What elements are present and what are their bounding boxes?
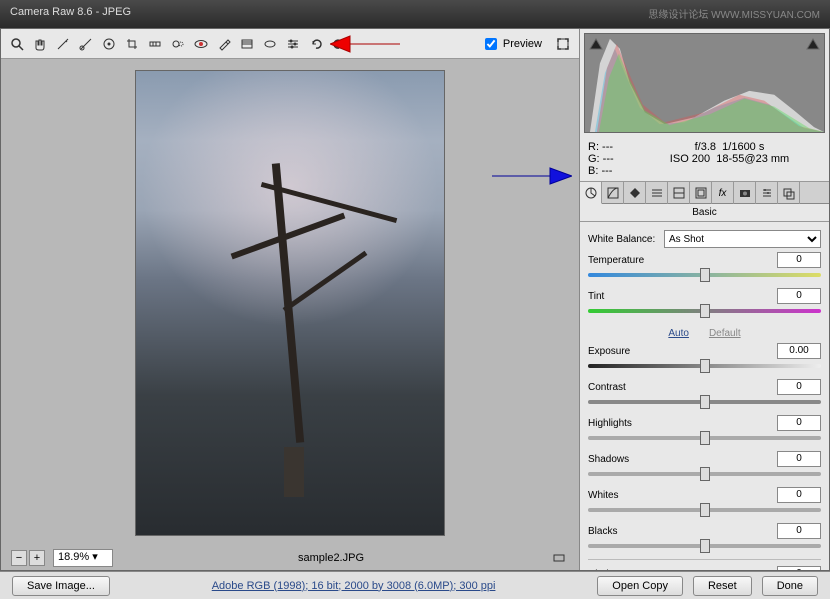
histogram[interactable] <box>584 33 825 133</box>
highlight-clip-warning-icon[interactable] <box>806 38 820 50</box>
preferences-tool-icon[interactable] <box>283 34 303 54</box>
iso-value: ISO 200 <box>670 153 710 165</box>
preview-image <box>135 70 445 536</box>
lens-value: 18-55@23 mm <box>716 153 789 165</box>
fullscreen-icon[interactable] <box>553 34 573 54</box>
highlights-slider[interactable]: Highlights0 <box>588 415 821 443</box>
tab-lens-corrections-icon[interactable] <box>690 182 712 204</box>
straighten-tool-icon[interactable] <box>145 34 165 54</box>
zoom-tool-icon[interactable] <box>7 34 27 54</box>
preview-checkbox[interactable] <box>485 38 497 50</box>
aperture-value: f/3.8 <box>695 141 716 153</box>
tab-snapshots-icon[interactable] <box>778 182 800 204</box>
filename-label: sample2.JPG <box>121 552 541 564</box>
graduated-filter-tool-icon[interactable] <box>237 34 257 54</box>
temperature-slider[interactable]: Temperature0 <box>588 252 821 280</box>
hand-tool-icon[interactable] <box>30 34 50 54</box>
panel-title: Basic <box>580 204 829 222</box>
color-sampler-tool-icon[interactable] <box>76 34 96 54</box>
white-balance-label: White Balance: <box>588 234 658 245</box>
r-value: R: --- <box>588 141 638 153</box>
rotate-cw-icon[interactable] <box>329 34 349 54</box>
exposure-slider[interactable]: Exposure0.00 <box>588 343 821 371</box>
zoom-in-button[interactable]: + <box>29 550 45 566</box>
info-readout: R: --- G: --- B: --- f/3.8 1/1600 s ISO … <box>580 137 829 182</box>
tab-presets-icon[interactable] <box>756 182 778 204</box>
watermark: 思缘设计论坛 WWW.MISSYUAN.COM <box>648 6 820 22</box>
tab-camera-calibration-icon[interactable] <box>734 182 756 204</box>
workflow-options-link[interactable]: Adobe RGB (1998); 16 bit; 2000 by 3008 (… <box>120 580 587 592</box>
targeted-adjustment-tool-icon[interactable] <box>99 34 119 54</box>
shadow-clip-warning-icon[interactable] <box>589 38 603 50</box>
whites-slider[interactable]: Whites0 <box>588 487 821 515</box>
spot-removal-tool-icon[interactable] <box>168 34 188 54</box>
tab-tone-curve-icon[interactable] <box>602 182 624 204</box>
radial-filter-tool-icon[interactable] <box>260 34 280 54</box>
tab-basic-icon[interactable] <box>580 182 602 204</box>
contrast-slider[interactable]: Contrast0 <box>588 379 821 407</box>
clarity-slider[interactable]: Clarity0 <box>588 566 821 570</box>
shadows-slider[interactable]: Shadows0 <box>588 451 821 479</box>
blacks-slider[interactable]: Blacks0 <box>588 523 821 551</box>
adjustment-brush-tool-icon[interactable] <box>214 34 234 54</box>
crop-tool-icon[interactable] <box>122 34 142 54</box>
tab-effects-icon[interactable]: fx <box>712 182 734 204</box>
status-bar: − + 18.9% ▾ sample2.JPG <box>1 546 579 570</box>
panel-tabs: fx <box>580 182 829 204</box>
rotate-ccw-icon[interactable] <box>306 34 326 54</box>
shutter-value: 1/1600 s <box>722 141 764 153</box>
default-link[interactable]: Default <box>709 328 741 339</box>
done-button[interactable]: Done <box>762 576 818 596</box>
tint-slider[interactable]: Tint0 <box>588 288 821 316</box>
window-title: Camera Raw 8.6 - JPEG <box>10 6 131 22</box>
b-value: B: --- <box>588 165 638 177</box>
footer: Save Image... Adobe RGB (1998); 16 bit; … <box>0 571 830 599</box>
title-bar: Camera Raw 8.6 - JPEG 思缘设计论坛 WWW.MISSYUA… <box>0 0 830 28</box>
preview-label: Preview <box>503 38 542 50</box>
auto-link[interactable]: Auto <box>668 328 689 339</box>
save-image-button[interactable]: Save Image... <box>12 576 110 596</box>
white-balance-tool-icon[interactable] <box>53 34 73 54</box>
red-eye-tool-icon[interactable] <box>191 34 211 54</box>
preview-area[interactable] <box>1 59 579 546</box>
open-copy-button[interactable]: Open Copy <box>597 576 683 596</box>
toolbar: Preview <box>1 29 579 59</box>
reset-button[interactable]: Reset <box>693 576 752 596</box>
tab-split-toning-icon[interactable] <box>668 182 690 204</box>
zoom-out-button[interactable]: − <box>11 550 27 566</box>
white-balance-select[interactable]: As Shot <box>664 230 821 248</box>
tab-hsl-icon[interactable] <box>646 182 668 204</box>
filmstrip-toggle-icon[interactable] <box>549 548 569 568</box>
g-value: G: --- <box>588 153 638 165</box>
tab-detail-icon[interactable] <box>624 182 646 204</box>
zoom-select[interactable]: 18.9% ▾ <box>53 549 113 567</box>
